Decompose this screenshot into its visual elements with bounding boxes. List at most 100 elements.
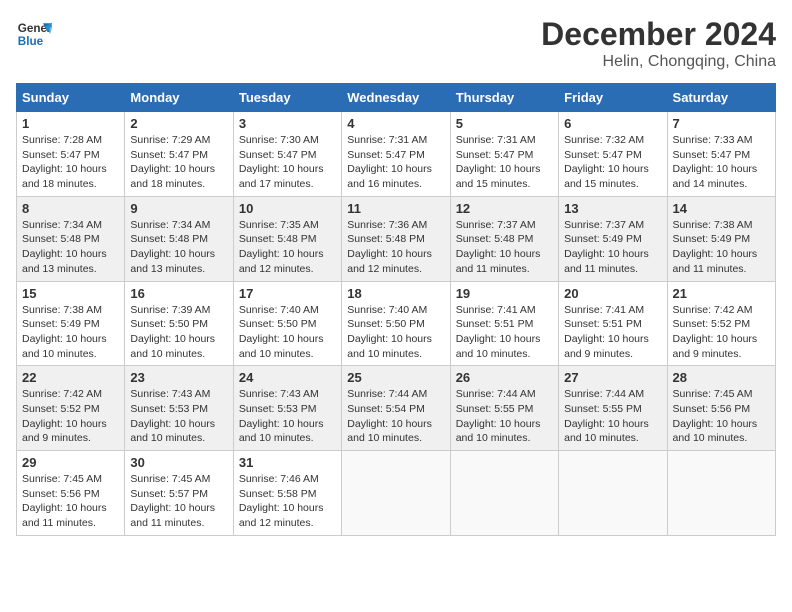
day-info: Sunrise: 7:40 AM Sunset: 5:50 PM Dayligh… xyxy=(347,303,444,362)
day-number: 13 xyxy=(564,201,661,216)
svg-text:Blue: Blue xyxy=(18,35,44,48)
day-info: Sunrise: 7:45 AM Sunset: 5:56 PM Dayligh… xyxy=(22,472,119,531)
day-number: 7 xyxy=(673,116,770,131)
calendar-cell: 3 Sunrise: 7:30 AM Sunset: 5:47 PM Daylig… xyxy=(233,112,341,197)
weekday-header: Saturday xyxy=(667,84,775,112)
calendar-cell: 19Sunrise: 7:41 AM Sunset: 5:51 PM Dayli… xyxy=(450,281,558,366)
calendar-cell: 30 Sunrise: 7:45 AM Sunset: 5:57 PM Dayli… xyxy=(125,451,233,536)
weekday-header: Wednesday xyxy=(342,84,450,112)
day-number: 25 xyxy=(347,370,444,385)
day-info: Sunrise: 7:44 AM Sunset: 5:54 PM Dayligh… xyxy=(347,387,444,446)
calendar-cell: 23 Sunrise: 7:43 AM Sunset: 5:53 PM Dayli… xyxy=(125,366,233,451)
day-info: Sunrise: 7:44 AM Sunset: 5:55 PM Dayligh… xyxy=(564,387,661,446)
subtitle: Helin, Chongqing, China xyxy=(541,53,776,71)
title-area: December 2024 Helin, Chongqing, China xyxy=(541,16,776,71)
day-info: Sunrise: 7:45 AM Sunset: 5:57 PM Dayligh… xyxy=(130,472,227,531)
calendar-cell: 31Sunrise: 7:46 AM Sunset: 5:58 PM Dayli… xyxy=(233,451,341,536)
day-info: Sunrise: 7:37 AM Sunset: 5:48 PM Dayligh… xyxy=(456,218,553,277)
day-info: Sunrise: 7:42 AM Sunset: 5:52 PM Dayligh… xyxy=(22,387,119,446)
day-number: 24 xyxy=(239,370,336,385)
day-number: 6 xyxy=(564,116,661,131)
calendar-cell xyxy=(559,451,667,536)
day-number: 23 xyxy=(130,370,227,385)
day-info: Sunrise: 7:36 AM Sunset: 5:48 PM Dayligh… xyxy=(347,218,444,277)
day-number: 5 xyxy=(456,116,553,131)
calendar-week-row: 15 Sunrise: 7:38 AM Sunset: 5:49 PM Dayli… xyxy=(17,281,776,366)
day-info: Sunrise: 7:30 AM Sunset: 5:47 PM Dayligh… xyxy=(239,133,336,192)
calendar-cell: 18 Sunrise: 7:40 AM Sunset: 5:50 PM Dayli… xyxy=(342,281,450,366)
day-number: 12 xyxy=(456,201,553,216)
calendar-cell xyxy=(342,451,450,536)
weekday-header: Sunday xyxy=(17,84,125,112)
day-number: 27 xyxy=(564,370,661,385)
calendar-cell: 26 Sunrise: 7:44 AM Sunset: 5:55 PM Dayli… xyxy=(450,366,558,451)
day-number: 20 xyxy=(564,286,661,301)
day-info: Sunrise: 7:42 AM Sunset: 5:52 PM Dayligh… xyxy=(673,303,770,362)
weekday-header: Tuesday xyxy=(233,84,341,112)
day-info: Sunrise: 7:46 AM Sunset: 5:58 PM Dayligh… xyxy=(239,472,336,531)
calendar-cell: 28 Sunrise: 7:45 AM Sunset: 5:56 PM Dayli… xyxy=(667,366,775,451)
calendar-cell xyxy=(450,451,558,536)
calendar-cell: 24Sunrise: 7:43 AM Sunset: 5:53 PM Dayli… xyxy=(233,366,341,451)
calendar-cell: 17Sunrise: 7:40 AM Sunset: 5:50 PM Dayli… xyxy=(233,281,341,366)
day-info: Sunrise: 7:33 AM Sunset: 5:47 PM Dayligh… xyxy=(673,133,770,192)
calendar-cell: 12 Sunrise: 7:37 AM Sunset: 5:48 PM Dayli… xyxy=(450,196,558,281)
day-number: 22 xyxy=(22,370,119,385)
day-number: 30 xyxy=(130,455,227,470)
calendar-cell: 15 Sunrise: 7:38 AM Sunset: 5:49 PM Dayli… xyxy=(17,281,125,366)
logo: General Blue xyxy=(16,16,52,52)
day-number: 21 xyxy=(673,286,770,301)
day-number: 28 xyxy=(673,370,770,385)
day-number: 18 xyxy=(347,286,444,301)
day-info: Sunrise: 7:45 AM Sunset: 5:56 PM Dayligh… xyxy=(673,387,770,446)
calendar-week-row: 1Sunrise: 7:28 AM Sunset: 5:47 PM Daylig… xyxy=(17,112,776,197)
logo-icon: General Blue xyxy=(16,16,52,52)
calendar-cell: 16 Sunrise: 7:39 AM Sunset: 5:50 PM Dayli… xyxy=(125,281,233,366)
weekday-header: Friday xyxy=(559,84,667,112)
calendar-cell: 11 Sunrise: 7:36 AM Sunset: 5:48 PM Dayli… xyxy=(342,196,450,281)
main-title: December 2024 xyxy=(541,16,776,53)
day-info: Sunrise: 7:34 AM Sunset: 5:48 PM Dayligh… xyxy=(130,218,227,277)
calendar-cell: 6 Sunrise: 7:32 AM Sunset: 5:47 PM Daylig… xyxy=(559,112,667,197)
day-info: Sunrise: 7:40 AM Sunset: 5:50 PM Dayligh… xyxy=(239,303,336,362)
day-info: Sunrise: 7:44 AM Sunset: 5:55 PM Dayligh… xyxy=(456,387,553,446)
calendar-cell: 20Sunrise: 7:41 AM Sunset: 5:51 PM Dayli… xyxy=(559,281,667,366)
day-number: 14 xyxy=(673,201,770,216)
day-info: Sunrise: 7:37 AM Sunset: 5:49 PM Dayligh… xyxy=(564,218,661,277)
day-info: Sunrise: 7:34 AM Sunset: 5:48 PM Dayligh… xyxy=(22,218,119,277)
calendar-week-row: 8 Sunrise: 7:34 AM Sunset: 5:48 PM Daylig… xyxy=(17,196,776,281)
day-info: Sunrise: 7:38 AM Sunset: 5:49 PM Dayligh… xyxy=(673,218,770,277)
day-info: Sunrise: 7:39 AM Sunset: 5:50 PM Dayligh… xyxy=(130,303,227,362)
day-number: 9 xyxy=(130,201,227,216)
calendar-week-row: 22 Sunrise: 7:42 AM Sunset: 5:52 PM Dayli… xyxy=(17,366,776,451)
day-number: 26 xyxy=(456,370,553,385)
calendar-cell: 13 Sunrise: 7:37 AM Sunset: 5:49 PM Dayli… xyxy=(559,196,667,281)
day-info: Sunrise: 7:31 AM Sunset: 5:47 PM Dayligh… xyxy=(347,133,444,192)
day-number: 15 xyxy=(22,286,119,301)
calendar-cell: 1Sunrise: 7:28 AM Sunset: 5:47 PM Daylig… xyxy=(17,112,125,197)
calendar-cell: 7 Sunrise: 7:33 AM Sunset: 5:47 PM Daylig… xyxy=(667,112,775,197)
calendar-cell: 9 Sunrise: 7:34 AM Sunset: 5:48 PM Daylig… xyxy=(125,196,233,281)
day-info: Sunrise: 7:32 AM Sunset: 5:47 PM Dayligh… xyxy=(564,133,661,192)
day-info: Sunrise: 7:35 AM Sunset: 5:48 PM Dayligh… xyxy=(239,218,336,277)
calendar-cell: 5 Sunrise: 7:31 AM Sunset: 5:47 PM Daylig… xyxy=(450,112,558,197)
calendar-cell: 2Sunrise: 7:29 AM Sunset: 5:47 PM Daylig… xyxy=(125,112,233,197)
calendar-cell: 8 Sunrise: 7:34 AM Sunset: 5:48 PM Daylig… xyxy=(17,196,125,281)
calendar-header-row: SundayMondayTuesdayWednesdayThursdayFrid… xyxy=(17,84,776,112)
calendar-cell: 27 Sunrise: 7:44 AM Sunset: 5:55 PM Dayli… xyxy=(559,366,667,451)
day-number: 16 xyxy=(130,286,227,301)
calendar-cell xyxy=(667,451,775,536)
day-number: 8 xyxy=(22,201,119,216)
calendar-cell: 22 Sunrise: 7:42 AM Sunset: 5:52 PM Dayli… xyxy=(17,366,125,451)
calendar-cell: 4Sunrise: 7:31 AM Sunset: 5:47 PM Daylig… xyxy=(342,112,450,197)
weekday-header: Monday xyxy=(125,84,233,112)
day-info: Sunrise: 7:43 AM Sunset: 5:53 PM Dayligh… xyxy=(130,387,227,446)
day-number: 3 xyxy=(239,116,336,131)
day-number: 2 xyxy=(130,116,227,131)
day-info: Sunrise: 7:38 AM Sunset: 5:49 PM Dayligh… xyxy=(22,303,119,362)
day-number: 11 xyxy=(347,201,444,216)
day-number: 10 xyxy=(239,201,336,216)
calendar-table: SundayMondayTuesdayWednesdayThursdayFrid… xyxy=(16,83,776,536)
day-number: 29 xyxy=(22,455,119,470)
day-info: Sunrise: 7:31 AM Sunset: 5:47 PM Dayligh… xyxy=(456,133,553,192)
